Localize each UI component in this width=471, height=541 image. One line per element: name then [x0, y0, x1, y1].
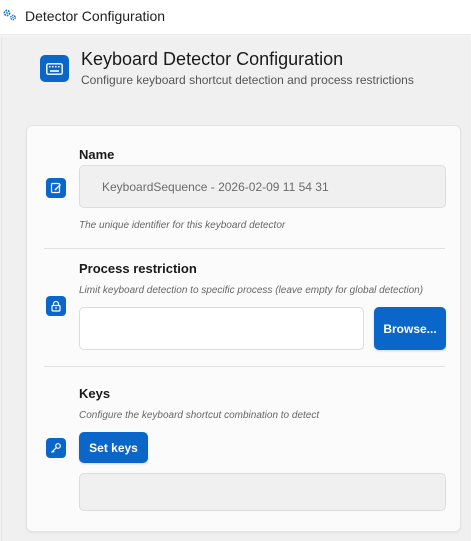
keys-display-field[interactable]: [79, 473, 446, 511]
name-field[interactable]: [79, 165, 446, 208]
set-keys-button[interactable]: Set keys: [79, 432, 148, 463]
keys-hint: Configure the keyboard shortcut combinat…: [79, 410, 320, 421]
gears-icon: [3, 9, 16, 21]
section-divider: [44, 366, 445, 367]
edit-icon: [46, 178, 66, 198]
section-divider: [44, 248, 445, 249]
key-icon: [46, 438, 66, 458]
browse-button[interactable]: Browse...: [374, 307, 446, 350]
title-bar: Detector Configuration: [0, 0, 471, 35]
name-hint: The unique identifier for this keyboard …: [79, 220, 286, 231]
process-input[interactable]: [79, 307, 364, 350]
name-label: Name: [79, 147, 115, 162]
process-restriction-label: Process restriction: [79, 261, 197, 276]
window-title: Detector Configuration: [25, 8, 166, 24]
keys-label: Keys: [79, 386, 111, 401]
page-subtitle: Configure keyboard shortcut detection an…: [81, 73, 414, 87]
page-title: Keyboard Detector Configuration: [81, 49, 344, 69]
lock-icon: [46, 296, 66, 316]
keyboard-icon: [40, 55, 69, 82]
process-restriction-hint: Limit keyboard detection to specific pro…: [79, 285, 424, 296]
